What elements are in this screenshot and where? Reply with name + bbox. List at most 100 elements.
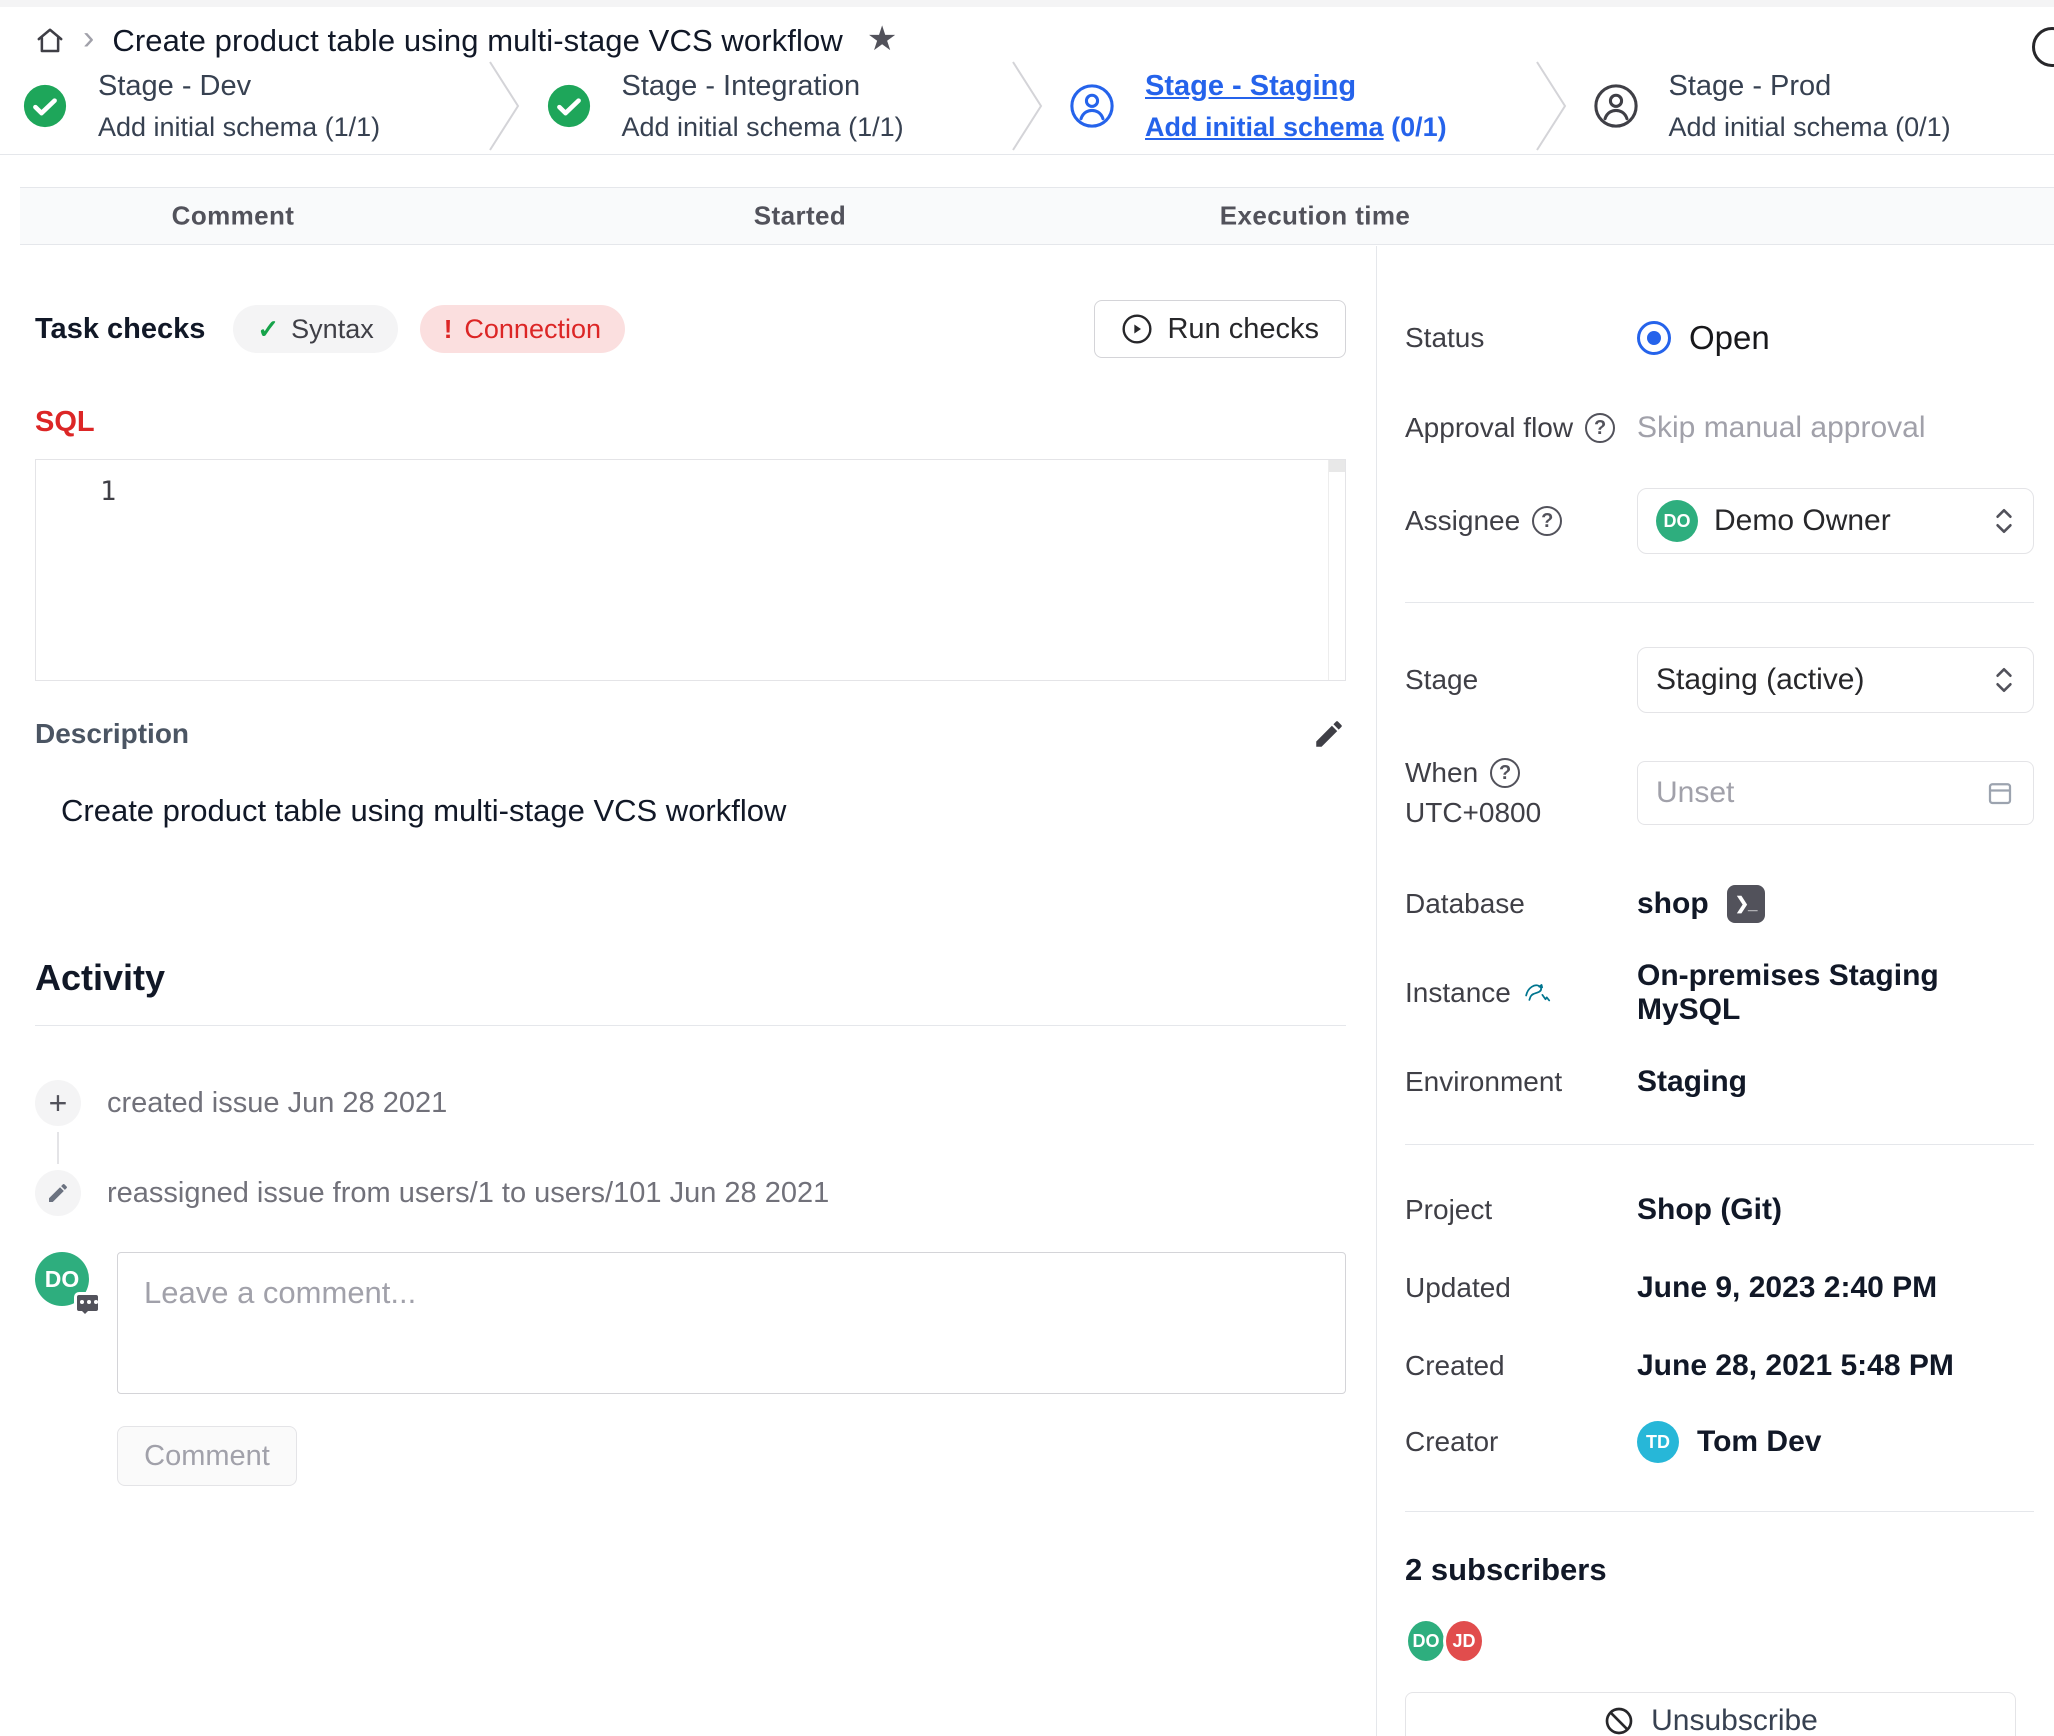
project-value[interactable]: Shop (Git) [1637,1193,2034,1227]
avatar[interactable]: DO [1405,1618,1447,1664]
approval-flow-value: Skip manual approval [1637,411,2034,445]
environment-value[interactable]: Staging [1637,1065,2034,1099]
status-row: Status Open [1405,318,2034,358]
avatar: TD [1637,1421,1679,1463]
activity-divider [35,1025,1346,1026]
activity-item: reassigned issue from users/1 to users/1… [35,1170,1346,1216]
stage-item-dev[interactable]: Stage - Dev Add initial schema (1/1) [0,70,484,143]
help-icon[interactable]: ? [1532,506,1562,536]
stage-value: Staging (active) [1656,663,1977,697]
avatar[interactable]: JD [1443,1618,1485,1664]
task-table-header: Comment Started Execution time [20,187,2054,245]
subscriber-avatars: DO JD [1405,1618,2034,1664]
task-checks-label: Task checks [35,313,205,346]
stage-title: Stage - Dev [98,70,380,103]
stage-label: Stage [1405,664,1637,696]
star-icon[interactable]: ★ [867,19,897,59]
run-checks-button[interactable]: Run checks [1094,300,1346,358]
stage-title[interactable]: Stage - Staging [1145,70,1447,103]
check-fail-icon: ! [444,314,453,345]
play-circle-icon [1121,313,1153,345]
when-timezone: UTC+0800 [1405,797,1541,829]
description-label: Description [35,718,189,750]
creator-row: Creator TD Tom Dev [1405,1421,2034,1463]
approval-flow-label: Approval flow [1405,412,1573,444]
assignee-select[interactable]: DO Demo Owner [1637,488,2034,554]
updated-value: June 9, 2023 2:40 PM [1637,1271,2034,1305]
chevron-up-down-icon [1993,665,2015,695]
home-icon[interactable] [35,26,65,56]
comment-composer: DO [35,1252,1346,1394]
column-header-started: Started [754,201,846,232]
when-label: When [1405,757,1478,789]
assignee-value: Demo Owner [1714,504,1977,538]
editor-scrollbar[interactable] [1328,460,1345,680]
approval-flow-row: Approval flow? Skip manual approval [1405,408,2034,448]
comment-bubble-icon [74,1292,101,1314]
sql-console-icon[interactable]: ❯_ [1727,885,1765,923]
plus-icon: + [35,1080,81,1126]
sql-editor[interactable]: 1 [35,459,1346,681]
stage-task-count: (1/1) [325,112,381,142]
stage-task[interactable]: Add initial schema [1669,112,1888,142]
stage-task-count: (1/1) [848,112,904,142]
stage-item-integration[interactable]: Stage - Integration Add initial schema (… [524,70,1008,143]
column-header-execution-time: Execution time [1220,201,1411,232]
stage-item-prod[interactable]: Stage - Prod Add initial schema (0/1) [1571,70,2054,143]
when-datepicker[interactable]: Unset [1637,761,2034,825]
description-header: Description [35,717,1346,751]
issue-sidebar: Status Open Approval flow? Skip manual a… [1376,246,2054,1736]
edit-pencil-icon[interactable] [1312,717,1346,751]
activity-item: + created issue Jun 28 2021 [35,1080,1346,1126]
stage-task[interactable]: Add initial schema [98,112,317,142]
database-row: Database shop ❯_ [1405,884,2034,924]
creator-value[interactable]: Tom Dev [1697,1425,1821,1459]
instance-label: Instance [1405,977,1511,1009]
activity-text: created issue [107,1087,280,1119]
when-placeholder: Unset [1656,776,1985,810]
person-circle-icon [1069,83,1115,129]
environment-label: Environment [1405,1066,1637,1098]
avatar: DO [1656,500,1698,542]
stage-pipeline: Stage - Dev Add initial schema (1/1) Sta… [0,59,2054,153]
help-icon[interactable]: ? [1585,413,1615,443]
stage-task[interactable]: Add initial schema [622,112,841,142]
assignee-row: Assignee? DO Demo Owner [1405,488,2034,554]
updated-label: Updated [1405,1272,1637,1304]
stage-select[interactable]: Staging (active) [1637,647,2034,713]
pencil-icon [35,1170,81,1216]
status-radio-icon[interactable] [1637,321,1671,355]
project-label: Project [1405,1194,1637,1226]
avatar: DO [35,1252,89,1306]
subscribers-heading: 2 subscribers [1405,1552,2034,1588]
database-label: Database [1405,888,1637,920]
calendar-icon [1985,778,2015,808]
comment-button[interactable]: Comment [117,1426,297,1486]
check-circle-icon [22,83,68,129]
created-label: Created [1405,1350,1637,1382]
database-value[interactable]: shop [1637,887,1709,921]
check-badge-syntax[interactable]: ✓ Syntax [233,305,397,353]
top-header: › Create product table using multi-stage… [0,7,2054,155]
page-title: Create product table using multi-stage V… [112,23,842,59]
instance-value[interactable]: On-premises Staging MySQL [1637,959,2034,1027]
editor-line-number: 1 [100,476,116,507]
help-icon[interactable]: ? [1490,758,1520,788]
breadcrumb-chevron-icon: › [83,23,94,53]
check-badge-connection[interactable]: ! Connection [420,305,625,353]
comment-input[interactable] [117,1252,1346,1394]
stage-task-count: (0/1) [1895,112,1951,142]
stage-task[interactable]: Add initial schema [1145,112,1384,142]
stage-item-staging[interactable]: Stage - Staging Add initial schema (0/1) [1047,70,1531,143]
stage-title: Stage - Integration [622,70,904,103]
unsubscribe-button[interactable]: Unsubscribe [1405,1692,2016,1736]
ban-icon [1603,1705,1635,1736]
main-panel: Task checks ✓ Syntax ! Connection Run ch… [0,246,1376,1736]
activity-text: reassigned issue from users/1 to users/1… [107,1177,662,1209]
assignee-label: Assignee [1405,505,1520,537]
environment-row: Environment Staging [1405,1062,2034,1102]
task-checks-row: Task checks ✓ Syntax ! Connection Run ch… [35,300,1346,358]
activity-heading: Activity [35,957,1346,999]
stage-separator [484,60,524,152]
mysql-dolphin-icon [1523,978,1553,1008]
